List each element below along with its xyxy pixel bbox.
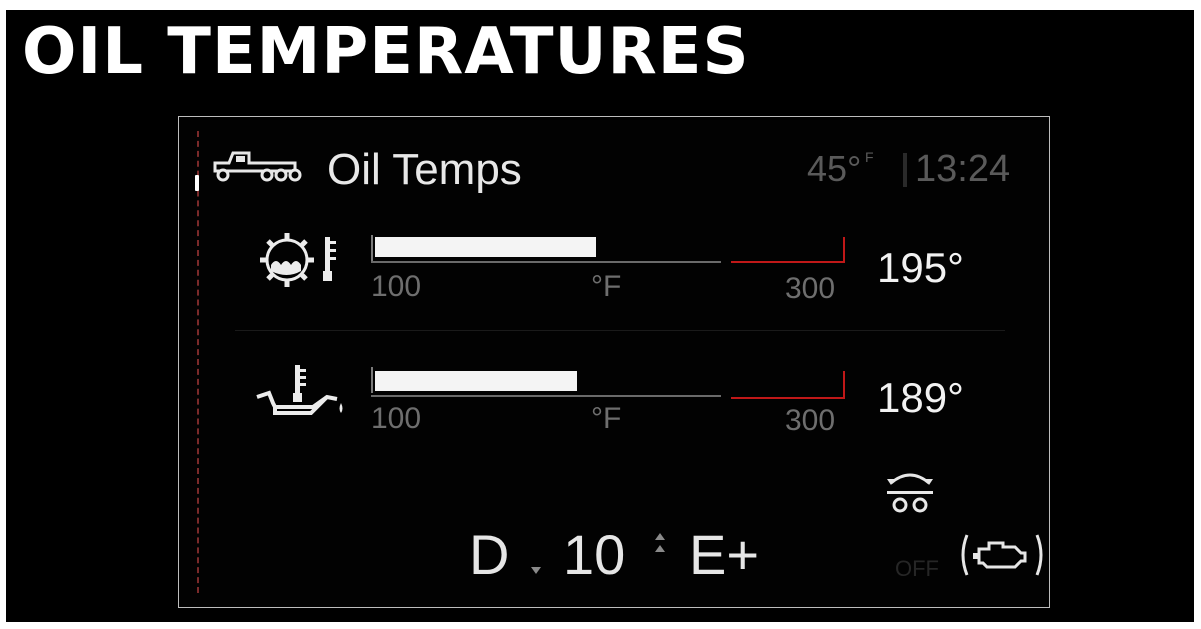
gauge2-scale-max: 300: [785, 404, 836, 437]
gauge1-bar-start: [371, 235, 373, 261]
page-heading: OIL TEMPERATURES: [22, 15, 750, 89]
gauge1-scale-min: 100: [371, 270, 422, 303]
scroll-thumb[interactable]: [195, 175, 199, 191]
gauge1-redline: [731, 261, 845, 263]
gear-number: 10: [563, 523, 626, 586]
dashboard-display: Oil Temps 45° F 13:24 100 °F 300 195° 10…: [178, 116, 1050, 608]
gauge1-bar-fill: [375, 237, 596, 257]
gauge1-redline-cap: [843, 237, 845, 263]
gauge2-bar-track: [371, 395, 721, 397]
axle-lift-icon: [887, 473, 933, 513]
gauge1-bar-track: [371, 261, 721, 263]
gear-mode: D: [469, 523, 510, 586]
gauge1-value: 195°: [877, 244, 964, 291]
engine-brake-status: OFF: [895, 556, 939, 581]
outside-temperature-unit: F: [865, 149, 874, 165]
gauge2-value: 189°: [877, 374, 964, 421]
scroll-track[interactable]: [197, 131, 199, 593]
transmission-oil-temp-icon: [260, 233, 336, 287]
engine-oil-temp-icon: [256, 365, 343, 415]
gauge2-scale-unit: °F: [591, 402, 622, 435]
gear-range: E+: [689, 523, 760, 586]
screen-title: Oil Temps: [327, 145, 522, 194]
gauge2-redline-cap: [843, 371, 845, 397]
gauge2-bar-start: [371, 367, 373, 393]
gauge2-scale-min: 100: [371, 402, 422, 435]
gauge2-redline: [731, 397, 845, 399]
engine-brake-icon: [961, 534, 1043, 576]
divider: [235, 330, 1005, 331]
gauge1-scale-unit: °F: [591, 270, 622, 303]
page: OIL TEMPERATURES Oil Temps 45° F 13:24 1…: [0, 0, 1201, 629]
clock: 13:24: [915, 148, 1011, 190]
gear-up-arrow-icon-2: [655, 545, 665, 552]
outside-temperature: 45°: [807, 148, 862, 189]
gear-down-arrow-icon: [531, 567, 541, 574]
truck-icon: [213, 151, 302, 182]
status-divider: [903, 153, 907, 187]
gear-up-arrow-icon: [655, 533, 665, 540]
gauge2-bar-fill: [375, 371, 577, 391]
gauge1-scale-max: 300: [785, 272, 836, 305]
